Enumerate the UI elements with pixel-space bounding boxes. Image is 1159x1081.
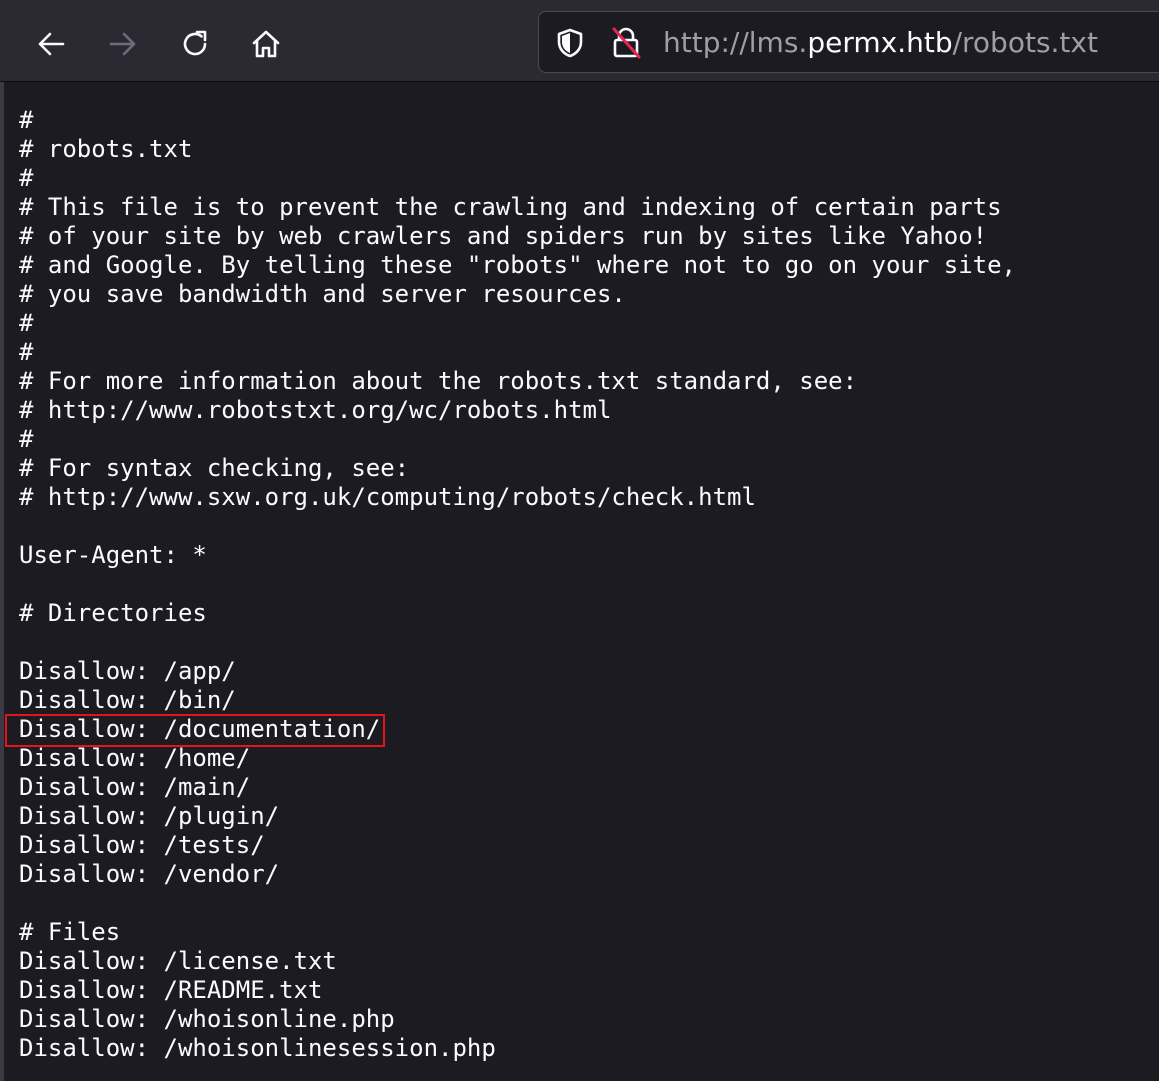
text-line: # you save bandwidth and server resource… <box>19 280 626 308</box>
text-line: Disallow: /main/ <box>19 773 251 801</box>
text-line: Disallow: /license.txt <box>19 947 337 975</box>
text-line: # and Google. By telling these "robots" … <box>19 251 1016 279</box>
home-button[interactable] <box>244 22 288 66</box>
insecure-lock-icon <box>612 27 641 59</box>
browser-toolbar: http://lms.permx.htb/robots.txt <box>0 0 1159 82</box>
reload-button[interactable] <box>173 22 217 66</box>
shield-icon <box>557 28 583 58</box>
text-line: User-Agent: * <box>19 541 207 569</box>
url-bar[interactable]: http://lms.permx.htb/robots.txt <box>538 11 1159 73</box>
text-line: Disallow: /vendor/ <box>19 860 280 888</box>
url-path: /robots.txt <box>952 26 1098 59</box>
text-line: Disallow: /plugin/ <box>19 802 280 830</box>
robots-txt-content: # # robots.txt # # This file is to prevent … <box>19 106 1016 1063</box>
forward-button[interactable] <box>101 22 145 66</box>
text-line: # robots.txt <box>19 135 193 163</box>
arrow-left-icon <box>38 32 65 56</box>
url-text[interactable]: http://lms.permx.htb/robots.txt <box>663 24 1098 62</box>
text-line: Disallow: /documentation/ <box>19 715 381 743</box>
window-left-edge <box>0 0 4 1081</box>
url-domain: permx.htb <box>807 26 953 59</box>
text-line: # Directories <box>19 599 207 627</box>
text-line: # For more information about the robots.… <box>19 367 858 395</box>
text-line: # <box>19 309 34 337</box>
text-line: # http://www.robotstxt.org/wc/robots.htm… <box>19 396 612 424</box>
text-line: # <box>19 106 34 134</box>
arrow-right-icon <box>109 32 136 56</box>
text-line: # of your site by web crawlers and spide… <box>19 222 988 250</box>
text-line: Disallow: /tests/ <box>19 831 265 859</box>
text-line: # For syntax checking, see: <box>19 454 410 482</box>
connection-info-button[interactable] <box>609 26 643 60</box>
reload-icon <box>183 30 207 56</box>
text-line: Disallow: /app/ <box>19 657 236 685</box>
text-line: # Files <box>19 918 121 946</box>
text-line: # <box>19 338 34 366</box>
home-icon <box>252 30 280 58</box>
text-line: Disallow: /whoisonline.php <box>19 1005 395 1033</box>
text-line: # <box>19 164 34 192</box>
text-line: Disallow: /bin/ <box>19 686 236 714</box>
text-line: Disallow: /home/ <box>19 744 251 772</box>
url-prefix: http://lms. <box>663 26 808 59</box>
text-line: Disallow: /README.txt <box>19 976 323 1004</box>
site-protection-button[interactable] <box>553 26 587 60</box>
text-line: # http://www.sxw.org.uk/computing/robots… <box>19 483 756 511</box>
text-line: # <box>19 425 34 453</box>
back-button[interactable] <box>29 22 73 66</box>
text-line: # This file is to prevent the crawling a… <box>19 193 1002 221</box>
text-line: Disallow: /whoisonlinesession.php <box>19 1034 496 1062</box>
